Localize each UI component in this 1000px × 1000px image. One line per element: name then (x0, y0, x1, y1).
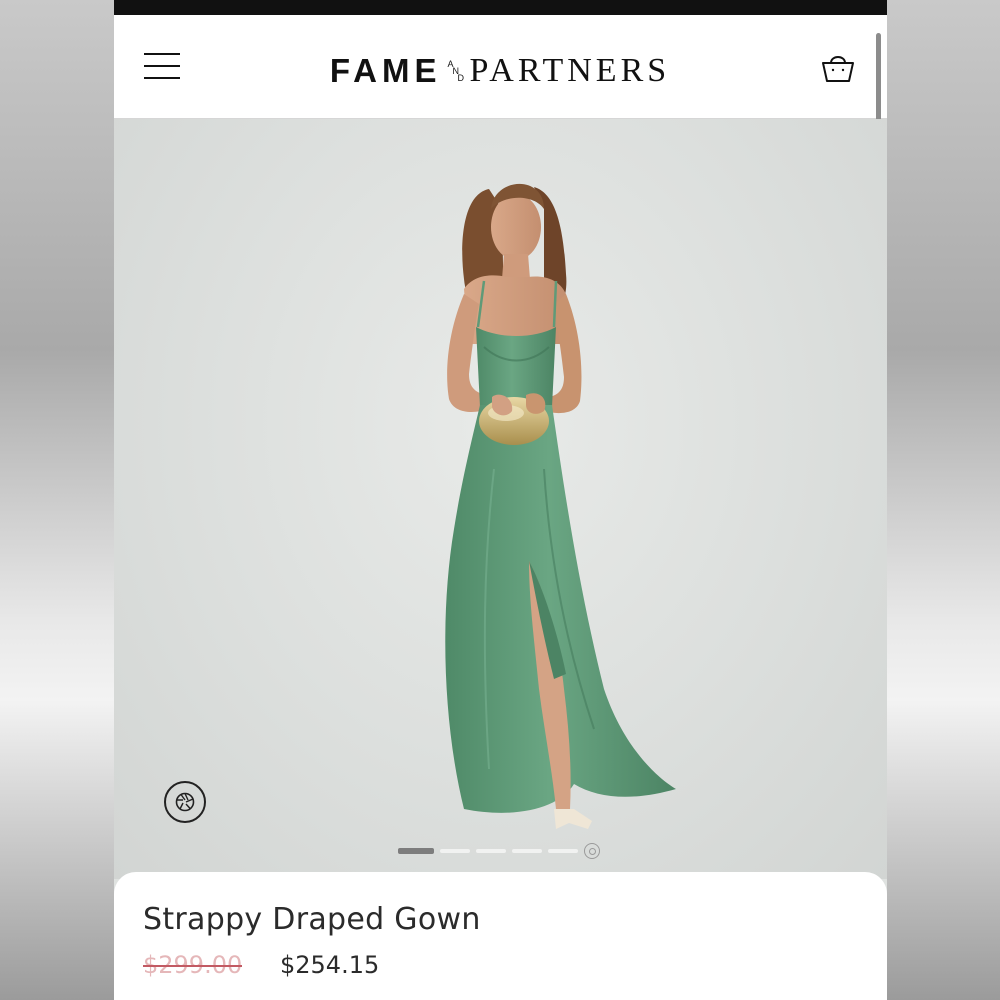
product-info-panel: Strappy Draped Gown $299.00 $254.15 (114, 872, 887, 1000)
original-price: $299.00 (143, 951, 243, 979)
carousel-dot-5[interactable] (548, 849, 578, 853)
status-bar (114, 0, 887, 15)
360-camera-icon[interactable] (164, 781, 206, 823)
backdrop-right (887, 0, 1000, 1000)
logo-word-partners: PARTNERS (469, 52, 671, 89)
shopping-bag-icon[interactable] (820, 51, 856, 85)
logo-word-fame: FAME (329, 52, 442, 89)
camera-icon[interactable] (584, 843, 600, 859)
top-navigation-bar: FAME A N D PARTNERS (114, 15, 887, 385)
brand-logo[interactable]: FAME A N D PARTNERS (310, 51, 690, 91)
model-wearing-gown-image (445, 183, 676, 829)
hamburger-menu-icon[interactable] (144, 51, 180, 81)
carousel-dot-2[interactable] (440, 849, 470, 853)
price-strikethrough (143, 965, 243, 967)
backdrop-left (0, 0, 114, 1000)
sale-price: $254.15 (280, 951, 380, 979)
product-image-carousel[interactable] (114, 119, 887, 879)
logo-and: A N D (447, 59, 465, 83)
carousel-dot-3[interactable] (476, 849, 506, 853)
carousel-dot-1[interactable] (398, 848, 434, 854)
carousel-dot-4[interactable] (512, 849, 542, 853)
phone-screen: FAME A N D PARTNERS Strappy Draped Gown … (114, 0, 887, 1000)
product-title: Strappy Draped Gown (143, 902, 481, 937)
carousel-pagination (398, 843, 600, 859)
